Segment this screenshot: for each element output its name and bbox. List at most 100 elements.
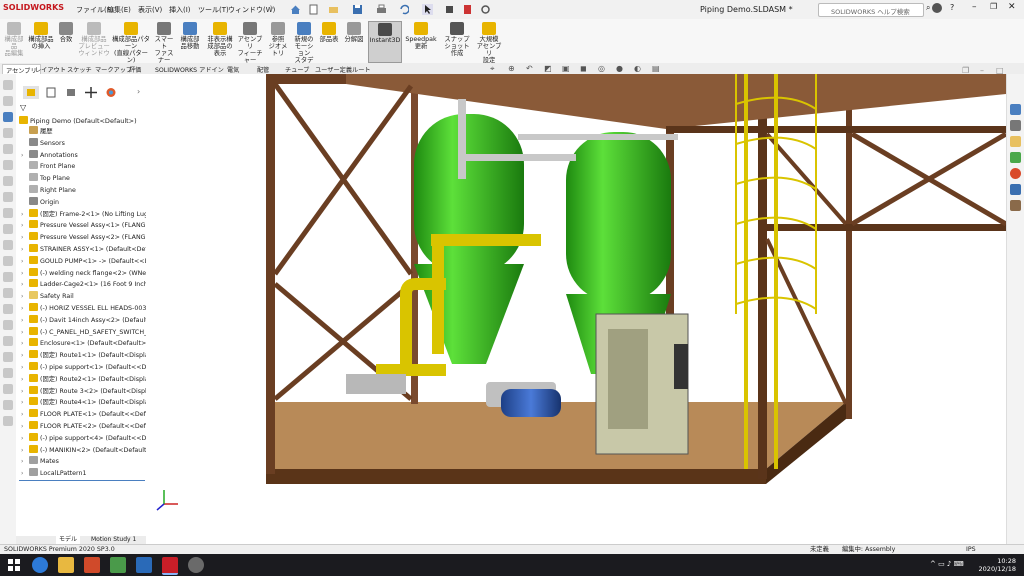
left-strip-tool-icon[interactable]: [3, 304, 13, 314]
viewport-restore-icon[interactable]: ❐: [962, 66, 969, 75]
expand-chevron-icon[interactable]: ›: [21, 445, 29, 456]
expand-chevron-icon[interactable]: ›: [21, 338, 29, 349]
tree-item[interactable]: › (固定) Route 3<2> (Default<Display: [21, 385, 147, 397]
user-account-icon[interactable]: [932, 3, 942, 13]
left-strip-tool-icon[interactable]: [3, 224, 13, 234]
expand-chevron-icon[interactable]: ›: [21, 315, 29, 326]
display-style-icon[interactable]: ◼: [580, 64, 587, 73]
property-manager-tab-icon[interactable]: [43, 86, 59, 99]
display-manager-tab-icon[interactable]: [103, 86, 119, 99]
feature-tree-tab-icon[interactable]: [23, 86, 39, 99]
taskbar-clock[interactable]: 10:28 2020/12/18: [979, 557, 1016, 573]
left-strip-tool-icon[interactable]: [3, 272, 13, 282]
tree-item[interactable]: › FLOOR PLATE<2> (Default<<Default: [21, 421, 147, 432]
ribbon-button-12[interactable]: 分解図: [342, 21, 366, 61]
tree-item[interactable]: Right Plane: [21, 185, 147, 196]
left-strip-tool-icon[interactable]: [3, 144, 13, 154]
ribbon-button-15[interactable]: スナップショット 作成: [442, 21, 472, 61]
left-strip-tool-icon[interactable]: [3, 416, 13, 426]
tree-item[interactable]: › FLOOR PLATE<1> (Default<<Default: [21, 409, 147, 420]
expand-chevron-icon[interactable]: ›: [21, 421, 29, 432]
expand-panel-icon[interactable]: ›: [137, 87, 140, 96]
file-explorer-taskbar-icon[interactable]: [58, 557, 74, 573]
ribbon-button-10[interactable]: 新規の モーション スタディ: [292, 21, 316, 71]
expand-chevron-icon[interactable]: ›: [21, 232, 29, 243]
expand-chevron-icon[interactable]: ›: [21, 433, 29, 444]
ribbon-button-9[interactable]: 参照 ジオメトリ: [266, 21, 290, 61]
tree-item[interactable]: Origin: [21, 196, 147, 208]
viewport-minimize-icon[interactable]: –: [980, 66, 984, 75]
tree-item[interactable]: › GOULD PUMP<1> -> (Default<<Def: [21, 255, 147, 267]
pin-icon[interactable]: ✈: [268, 4, 275, 13]
ribbon-button-5[interactable]: スマート ファスナー 挿入: [152, 21, 176, 71]
search-icon[interactable]: ⌕: [926, 3, 930, 13]
expand-chevron-icon[interactable]: ›: [21, 397, 29, 408]
outlook-icon[interactable]: [136, 557, 152, 573]
open-folder-icon[interactable]: [328, 4, 339, 15]
file-properties-icon[interactable]: [462, 4, 473, 15]
tree-item[interactable]: Front Plane: [21, 161, 147, 172]
left-strip-tool-icon[interactable]: [3, 368, 13, 378]
view-orientation-icon[interactable]: ▣: [562, 64, 570, 73]
ribbon-button-11[interactable]: 部品表: [318, 21, 340, 61]
expand-chevron-icon[interactable]: ›: [21, 468, 29, 479]
system-tray-icons[interactable]: ^ ▭ ♪ ⌨: [930, 560, 964, 568]
expand-chevron-icon[interactable]: ›: [21, 256, 29, 267]
expand-chevron-icon[interactable]: ›: [21, 220, 29, 231]
tree-item[interactable]: › (-) pipe support<4> (Default<<Defa: [21, 432, 147, 444]
minimize-window-icon[interactable]: –: [972, 2, 977, 12]
solidworks-taskbar-icon[interactable]: [162, 557, 178, 575]
undo-icon[interactable]: [398, 4, 410, 15]
tree-item[interactable]: › Enclosure<1> (Default<Default>): [21, 338, 147, 349]
left-strip-tool-icon[interactable]: [3, 336, 13, 346]
menu-view[interactable]: 表示(V): [138, 5, 162, 15]
ribbon-button-2[interactable]: 合致: [56, 21, 76, 61]
help-icon[interactable]: ?: [950, 3, 954, 12]
ribbon-button-16[interactable]: 大規模 アセンブリ 設定: [474, 21, 504, 64]
powerpoint-icon[interactable]: [84, 557, 100, 573]
expand-chevron-icon[interactable]: ›: [21, 303, 29, 314]
left-strip-tool-icon[interactable]: [3, 176, 13, 186]
tree-item[interactable]: › (-) Davit 14inch Assy<2> (Default<D: [21, 314, 147, 326]
menu-edit[interactable]: 編集(E): [107, 5, 131, 15]
ribbon-button-7[interactable]: 非表示構 成部品の 表示: [206, 21, 234, 61]
filter-icon[interactable]: ▽: [20, 103, 26, 112]
tree-item[interactable]: › (-) welding neck flange<2> (WNeck: [21, 267, 147, 279]
menu-insert[interactable]: 挿入(I): [169, 5, 191, 15]
expand-chevron-icon[interactable]: ›: [21, 279, 29, 290]
configuration-manager-tab-icon[interactable]: [63, 86, 79, 99]
left-strip-tool-icon[interactable]: [3, 384, 13, 394]
new-document-icon[interactable]: [308, 4, 319, 15]
expand-chevron-icon[interactable]: ›: [21, 362, 29, 373]
edge-browser-icon[interactable]: [32, 557, 48, 573]
zoom-to-fit-icon[interactable]: ⌖: [490, 64, 495, 74]
app-taskbar-icon[interactable]: [110, 557, 126, 573]
zoom-area-icon[interactable]: ⊕: [508, 64, 515, 73]
tree-item[interactable]: › Mates: [21, 456, 147, 467]
view-palette-icon[interactable]: [1010, 152, 1021, 163]
left-strip-tool-icon[interactable]: [3, 240, 13, 250]
expand-chevron-icon[interactable]: ›: [21, 456, 29, 467]
expand-chevron-icon[interactable]: ›: [21, 409, 29, 420]
left-strip-tool-icon[interactable]: [3, 160, 13, 170]
settings-taskbar-icon[interactable]: [188, 557, 204, 573]
expand-chevron-icon[interactable]: ›: [21, 150, 29, 161]
close-window-icon[interactable]: ✕: [1008, 2, 1016, 12]
tab-motion-study[interactable]: Motion Study 1: [88, 536, 139, 544]
windows-start-icon[interactable]: [6, 557, 22, 573]
tree-item[interactable]: › (-) C_PANEL_HD_SAFETY_SWITCH_te: [21, 326, 147, 338]
left-strip-tool-icon[interactable]: [3, 256, 13, 266]
solidworks-forum-icon[interactable]: [1010, 200, 1021, 211]
tree-item[interactable]: › Ladder-Cage2<1> (16 Foot 9 Inch<A: [21, 279, 147, 290]
left-strip-tool-icon[interactable]: [3, 208, 13, 218]
hide-show-items-icon[interactable]: ◎: [598, 64, 605, 73]
options-gear-icon[interactable]: [480, 4, 491, 15]
custom-properties-icon[interactable]: [1010, 184, 1021, 195]
expand-chevron-icon[interactable]: ›: [21, 350, 29, 361]
left-strip-tool-icon[interactable]: [3, 128, 13, 138]
expand-chevron-icon[interactable]: ›: [21, 244, 29, 255]
tree-item[interactable]: › (固定) Route1<1> (Default<Display S: [21, 350, 147, 361]
expand-chevron-icon[interactable]: ›: [21, 209, 29, 220]
solidworks-resources-icon[interactable]: [1010, 104, 1021, 115]
rebuild-icon[interactable]: [444, 4, 455, 15]
